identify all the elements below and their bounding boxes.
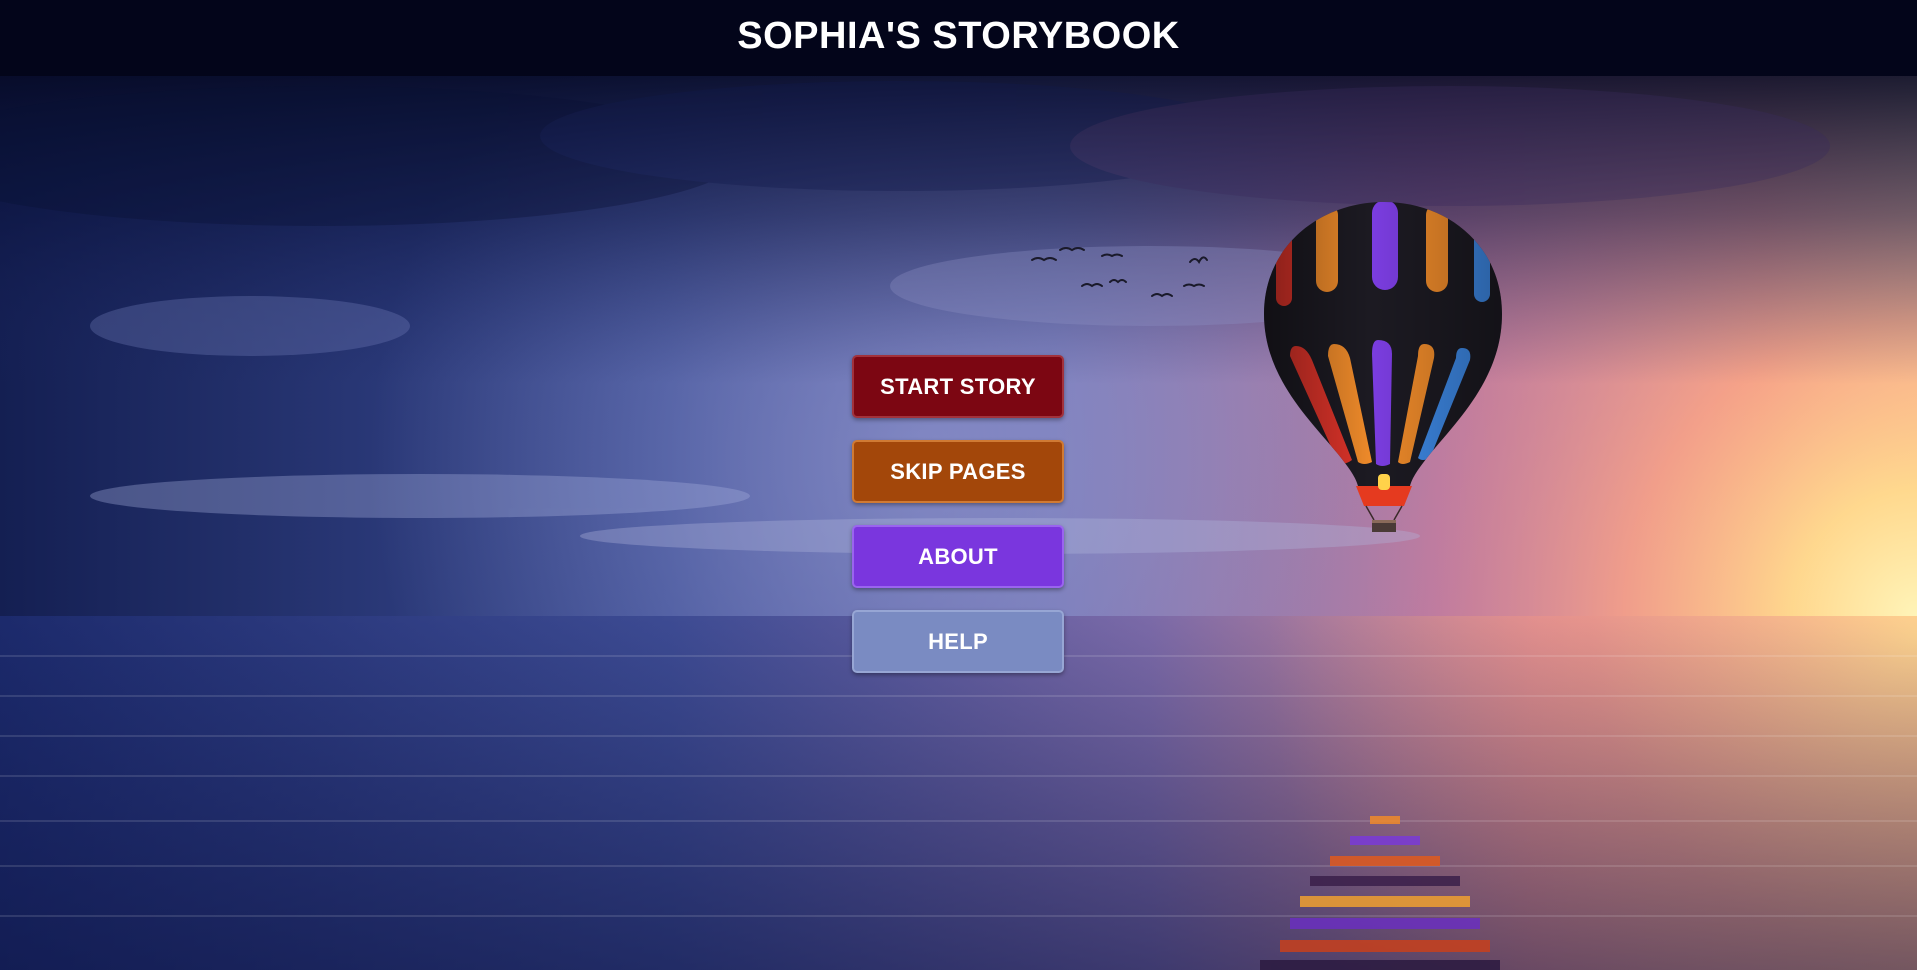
help-button[interactable]: HELP xyxy=(852,610,1064,673)
main-menu: START STORY SKIP PAGES ABOUT HELP xyxy=(852,355,1064,695)
header-bar: SOPHIA'S STORYBOOK xyxy=(0,0,1917,76)
about-button[interactable]: ABOUT xyxy=(852,525,1064,588)
start-story-button[interactable]: START STORY xyxy=(852,355,1064,418)
page-title: SOPHIA'S STORYBOOK xyxy=(737,14,1180,57)
skip-pages-button[interactable]: SKIP PAGES xyxy=(852,440,1064,503)
storybook-page: SOPHIA'S STORYBOOK START STORY SKIP PAGE… xyxy=(0,0,1917,970)
